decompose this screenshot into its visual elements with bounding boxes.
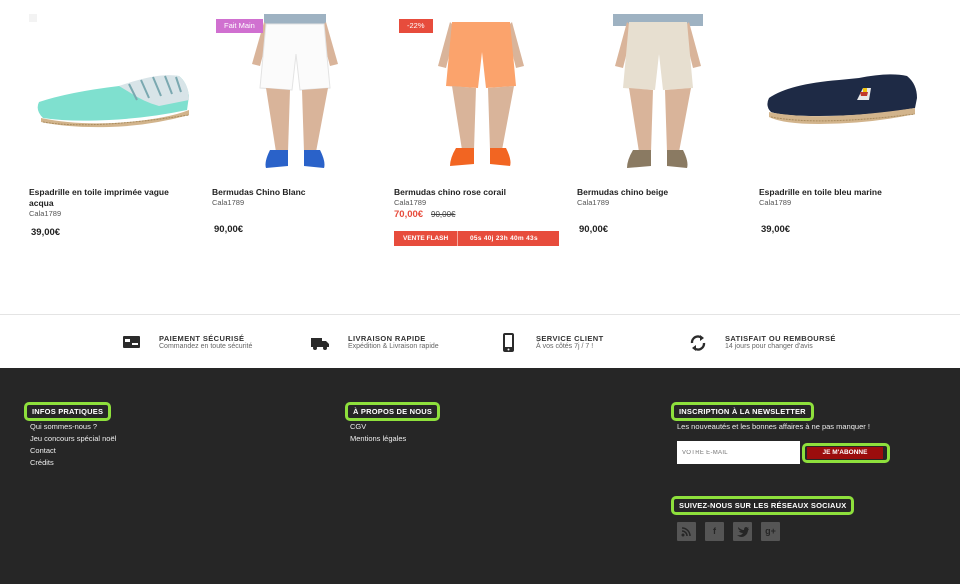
product-name[interactable]: Bermudas chino beige [577,187,747,198]
reassurance-subtitle: À vos côtés 7j / 7 ! [536,343,594,350]
product-price: 39,00€ [31,227,61,238]
product-name-line[interactable]: Espadrille en toile imprimée vague [29,187,199,198]
newsletter-text: Les nouveautés et les bonnes affaires à … [677,422,870,431]
product-card[interactable]: -22% Bermudas chino rose corail Cala1789… [394,0,569,260]
product-card[interactable]: Fait Main Bermudas Chino Blanc Cala1789 … [212,0,387,260]
flash-sale-banner: VENTE FLASH 05s 40j 23h 40m 43s [394,231,559,246]
reassurance-subtitle: Commandez en toute sécurité [159,343,253,350]
old-price: 90,00€ [431,210,456,219]
newsletter-heading: INSCRIPTION À LA NEWSLETTER [671,402,814,421]
footer: INFOS PRATIQUES Qui sommes-nous ? Jeu co… [0,368,960,584]
truck-icon [311,338,329,350]
product-brand: Cala1789 [394,198,427,207]
about-heading: À PROPOS DE NOUS [345,402,441,421]
card-icon [123,336,140,348]
flash-sale-label: VENTE FLASH [403,235,449,242]
twitter-icon[interactable] [733,522,752,541]
rss-icon[interactable] [677,522,696,541]
product-card[interactable]: Bermudas chino beige Cala1789 90,00€ [577,0,752,260]
product-image[interactable] [577,14,752,174]
product-image[interactable] [29,14,204,174]
product-name[interactable]: Bermudas Chino Blanc [212,187,382,198]
product-brand: Cala1789 [29,209,62,218]
newsletter-button-wrapper: JE M'ABONNE [802,443,890,463]
phone-icon [503,333,514,352]
product-price: 90,00€ [214,224,244,235]
infos-links: Qui sommes-nous ? Jeu concours spécial n… [30,421,116,469]
handmade-badge: Fait Main [216,19,263,33]
footer-link-contest[interactable]: Jeu concours spécial noël [30,433,116,445]
product-card[interactable]: Espadrille en toile bleu marine Cala1789… [759,0,934,260]
product-brand: Cala1789 [759,198,792,207]
newsletter-email-input[interactable] [677,441,800,464]
footer-link-credits[interactable]: Crédits [30,457,116,469]
infos-heading: INFOS PRATIQUES [24,402,112,421]
product-name[interactable]: Espadrille en toile imprimée vague acqua [29,187,199,209]
product-price: 90,00€ [579,224,609,235]
reassurance-subtitle: 14 jours pour changer d'avis [725,343,813,350]
refresh-icon [690,335,706,351]
footer-link-cgv[interactable]: CGV [350,421,406,433]
reassurance-title: SATISFAIT OU REMBOURSÉ [725,334,836,343]
sale-price: 70,00€ [394,209,424,220]
flash-countdown: 05s 40j 23h 40m 43s [470,235,538,242]
reassurance-title: PAIEMENT SÉCURISÉ [159,334,245,343]
google-plus-icon[interactable]: g+ [761,522,780,541]
product-brand: Cala1789 [577,198,610,207]
footer-link-about[interactable]: Qui sommes-nous ? [30,421,116,433]
product-card[interactable]: Espadrille en toile imprimée vague acqua… [29,0,204,260]
about-links: CGV Mentions légales [350,421,406,445]
product-image[interactable] [394,14,569,174]
product-list: Espadrille en toile imprimée vague acqua… [0,0,960,314]
social-heading: SUIVEZ-NOUS SUR LES RÉSEAUX SOCIAUX [671,496,855,515]
product-name[interactable]: Espadrille en toile bleu marine [759,187,929,198]
footer-link-contact[interactable]: Contact [30,445,116,457]
reassurance-title: SERVICE CLIENT [536,334,604,343]
product-image[interactable] [759,14,934,174]
product-name[interactable]: Bermudas chino rose corail [394,187,564,198]
product-name-line[interactable]: acqua [29,198,199,209]
reassurance-title: LIVRAISON RAPIDE [348,334,426,343]
flash-divider [457,231,458,246]
product-price: 39,00€ [761,224,791,235]
facebook-icon[interactable]: f [705,522,724,541]
product-image[interactable] [212,14,387,174]
reassurance-subtitle: Expédition & Livraison rapide [348,343,439,350]
subscribe-button[interactable]: JE M'ABONNE [807,447,883,459]
footer-link-legal[interactable]: Mentions légales [350,433,406,445]
product-brand: Cala1789 [212,198,245,207]
reassurance-bar: PAIEMENT SÉCURISÉ Commandez en toute séc… [0,314,960,368]
discount-badge: -22% [399,19,433,33]
